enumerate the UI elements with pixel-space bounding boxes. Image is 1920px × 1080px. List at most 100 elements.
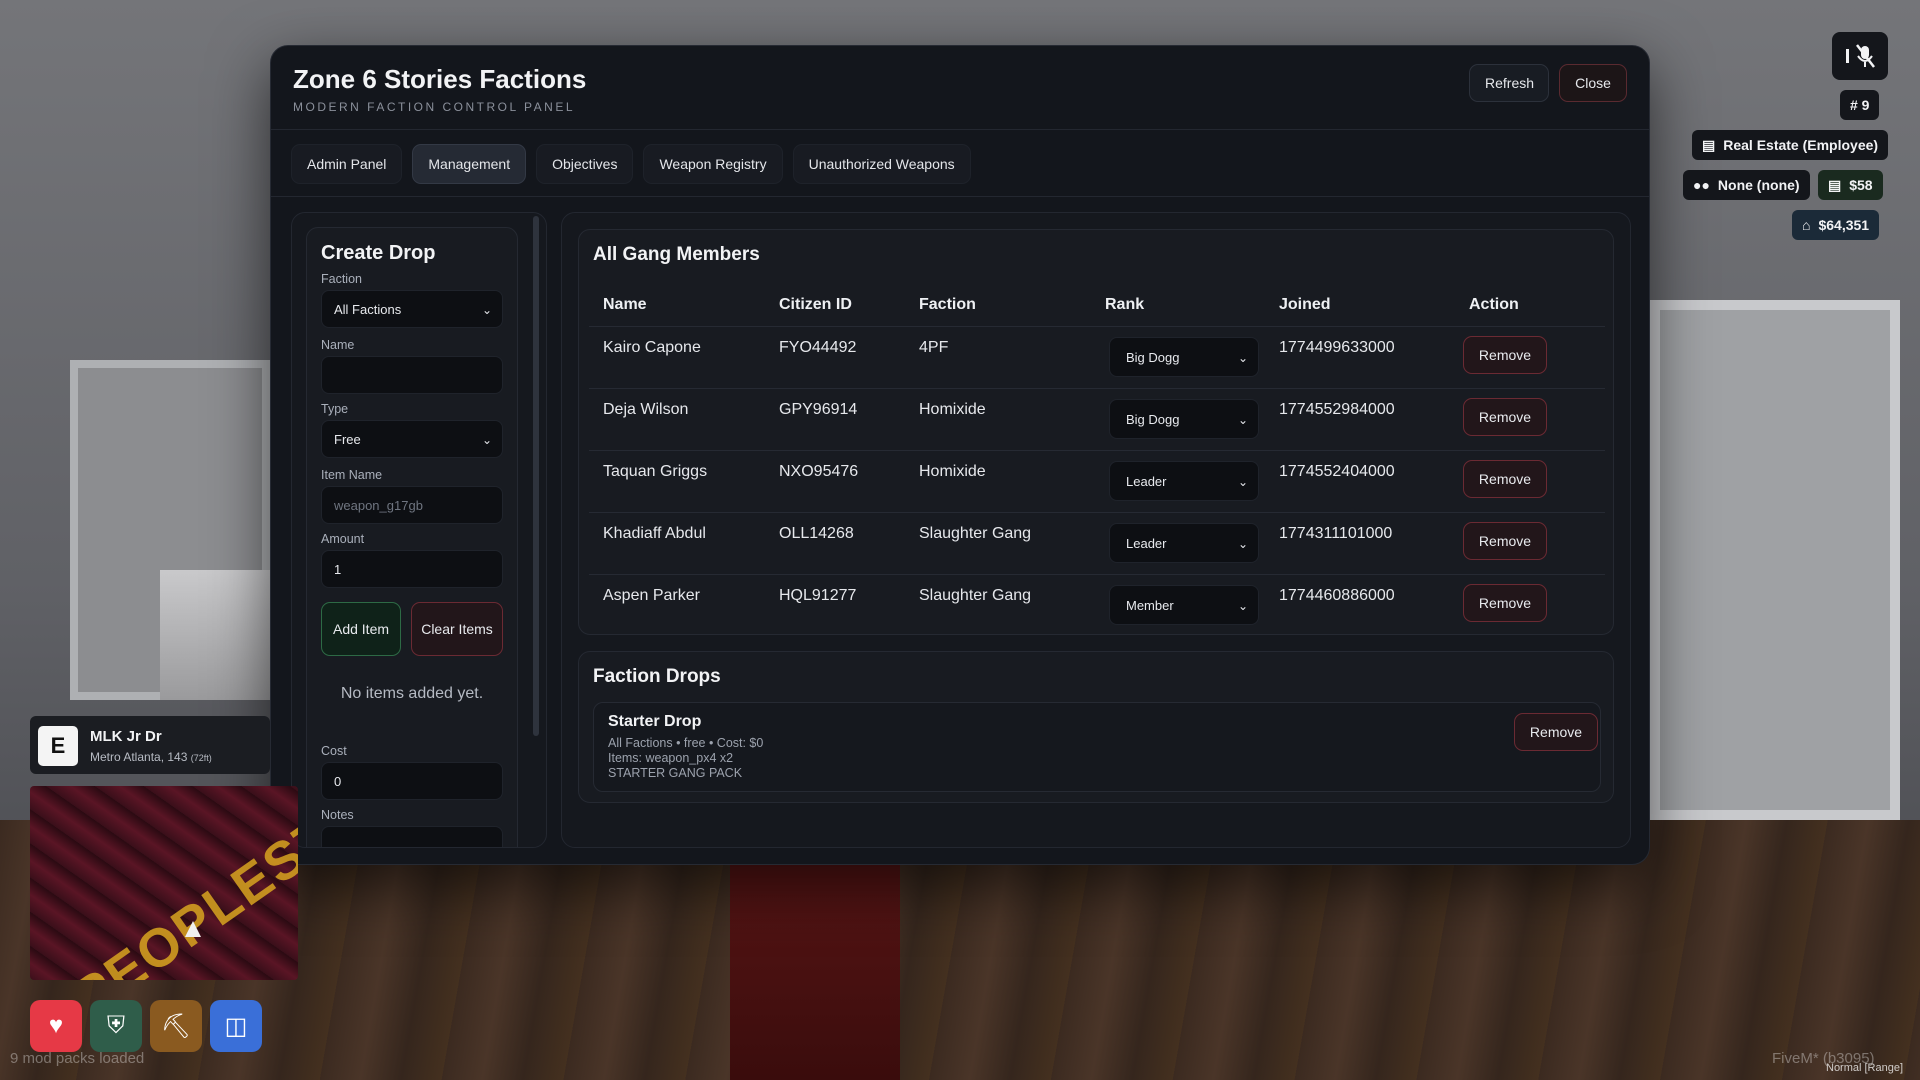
col-name-header: Name bbox=[603, 296, 647, 313]
chevron-down-icon: ⌄ bbox=[481, 433, 492, 447]
col-joined-header: Joined bbox=[1279, 296, 1331, 313]
member-faction: Homixide bbox=[919, 463, 986, 480]
refresh-button[interactable]: Refresh bbox=[1469, 64, 1549, 102]
chevron-down-icon: ⌄ bbox=[1237, 413, 1248, 427]
create-drop-card: Create Drop Faction All Factions ⌄ Name … bbox=[306, 227, 518, 847]
drop-name: Starter Drop bbox=[608, 713, 702, 730]
faction-drops-title: Faction Drops bbox=[593, 666, 721, 687]
gang-members-card: All Gang Members Name Citizen ID Faction… bbox=[578, 229, 1614, 635]
tab-objectives[interactable]: Objectives bbox=[536, 144, 634, 184]
bank-icon: ⌂ bbox=[1802, 217, 1811, 233]
drop-meta: All Factions • free • Cost: $0 bbox=[608, 736, 764, 750]
compass-direction: E bbox=[38, 726, 78, 766]
create-drop-scrollbar[interactable] bbox=[533, 216, 539, 736]
rank-select[interactable]: Big Dogg ⌄ bbox=[1109, 399, 1259, 439]
drop-items-text: Items: weapon_px4 x2 bbox=[608, 751, 734, 765]
member-joined: 1774460886000 bbox=[1279, 587, 1395, 604]
chevron-down-icon: ⌄ bbox=[481, 303, 492, 317]
notes-input[interactable] bbox=[321, 826, 503, 847]
rank-select[interactable]: Leader ⌄ bbox=[1109, 523, 1259, 563]
member-name: Deja Wilson bbox=[603, 401, 689, 418]
member-name: Aspen Parker bbox=[603, 587, 700, 604]
item-name-label: Item Name bbox=[321, 468, 383, 482]
member-citizen-id: FYO44492 bbox=[779, 339, 857, 356]
job-label: Real Estate (Employee) bbox=[1723, 137, 1879, 153]
mod-packs-text: 9 mod packs loaded bbox=[10, 1050, 145, 1067]
faction-select[interactable]: All Factions ⌄ bbox=[321, 290, 503, 328]
close-button[interactable]: Close bbox=[1559, 64, 1627, 102]
rank-value: Big Dogg bbox=[1126, 411, 1180, 427]
minimap: PEOPLESTOWN bbox=[30, 786, 298, 980]
tab-admin-panel[interactable]: Admin Panel bbox=[291, 144, 403, 184]
scene-character bbox=[730, 840, 900, 1080]
remove-member-button[interactable]: Remove bbox=[1463, 398, 1547, 436]
member-joined: 1774552404000 bbox=[1279, 463, 1395, 480]
rank-select[interactable]: Member ⌄ bbox=[1109, 585, 1259, 625]
gang-members-title: All Gang Members bbox=[593, 244, 760, 265]
bank-badge: ⌂ $64,351 bbox=[1792, 210, 1880, 240]
rank-select[interactable]: Big Dogg ⌄ bbox=[1109, 337, 1259, 377]
amount-input[interactable]: 1 bbox=[321, 550, 503, 588]
member-faction: 4PF bbox=[919, 339, 949, 356]
faction-panel: Zone 6 Stories Factions MODERN FACTION C… bbox=[270, 45, 1650, 865]
chevron-down-icon: ⌄ bbox=[1237, 599, 1248, 613]
cash-icon: ▤ bbox=[1828, 176, 1842, 193]
voice-indicator bbox=[1832, 32, 1888, 80]
scene-window bbox=[1650, 300, 1900, 820]
create-drop-panel[interactable]: Create Drop Faction All Factions ⌄ Name … bbox=[291, 212, 547, 848]
rank-value: Member bbox=[1126, 597, 1174, 613]
member-joined: 1774499633000 bbox=[1279, 339, 1395, 356]
rank-select[interactable]: Leader ⌄ bbox=[1109, 461, 1259, 501]
amount-label: Amount bbox=[321, 532, 365, 546]
remove-member-button[interactable]: Remove bbox=[1463, 584, 1547, 622]
voice-mode-text: Normal [Range] bbox=[1826, 1062, 1904, 1074]
cost-input[interactable]: 0 bbox=[321, 762, 503, 800]
panel-title: Zone 6 Stories Factions bbox=[293, 64, 587, 94]
management-content: All Gang Members Name Citizen ID Faction… bbox=[561, 212, 1631, 848]
job-badge: ▤ Real Estate (Employee) bbox=[1692, 130, 1889, 160]
type-select-value: Free bbox=[334, 431, 361, 447]
table-row: Kairo Capone FYO44492 4PF Big Dogg ⌄ 17744996… bbox=[589, 326, 1605, 388]
health-icon: ♥ bbox=[30, 1000, 82, 1052]
clear-items-button[interactable]: Clear Items bbox=[411, 602, 503, 656]
gang-badge: ●● None (none) bbox=[1683, 170, 1810, 200]
tab-unauthorized-weapons[interactable]: Unauthorized Weapons bbox=[792, 144, 971, 184]
rank-value: Leader bbox=[1126, 473, 1167, 489]
street-area: Metro Atlanta, 143 (72ft) bbox=[90, 750, 212, 764]
street-name: MLK Jr Dr bbox=[90, 728, 162, 745]
briefcase-icon: ▤ bbox=[1702, 136, 1716, 153]
player-id-badge: # 9 bbox=[1840, 90, 1880, 120]
panel-subtitle: MODERN FACTION CONTROL PANEL bbox=[293, 100, 576, 114]
member-joined: 1774311101000 bbox=[1279, 525, 1393, 542]
member-joined: 1774552984000 bbox=[1279, 401, 1395, 418]
faction-drops-card: Faction Drops Starter Drop All Factions … bbox=[578, 651, 1614, 803]
col-citizen-id-header: Citizen ID bbox=[779, 296, 852, 313]
remove-member-button[interactable]: Remove bbox=[1463, 460, 1547, 498]
member-name: Khadiaff Abdul bbox=[603, 525, 706, 542]
table-row: Deja Wilson GPY96914 Homixide Big Dogg ⌄ 1774… bbox=[589, 388, 1605, 450]
tab-weapon-registry[interactable]: Weapon Registry bbox=[643, 144, 783, 184]
cash-amount: $58 bbox=[1849, 177, 1873, 193]
type-select[interactable]: Free ⌄ bbox=[321, 420, 503, 458]
street-area-text: Metro Atlanta, 143 bbox=[90, 750, 188, 764]
armor-icon: ⛨ bbox=[90, 1000, 142, 1052]
rank-value: Big Dogg bbox=[1126, 349, 1180, 365]
item-name-input[interactable]: weapon_g17gb bbox=[321, 486, 503, 524]
panel-header: Zone 6 Stories Factions MODERN FACTION C… bbox=[271, 46, 1649, 130]
remove-member-button[interactable]: Remove bbox=[1463, 522, 1547, 560]
col-rank-header: Rank bbox=[1105, 296, 1145, 313]
remove-member-button[interactable]: Remove bbox=[1463, 336, 1547, 374]
add-item-button[interactable]: Add Item bbox=[321, 602, 401, 656]
member-citizen-id: OLL14268 bbox=[779, 525, 854, 542]
col-faction-header: Faction bbox=[919, 296, 976, 313]
name-input[interactable] bbox=[321, 356, 503, 394]
member-faction: Slaughter Gang bbox=[919, 525, 1032, 542]
notes-label: Notes bbox=[321, 808, 354, 822]
chevron-down-icon: ⌄ bbox=[1237, 351, 1248, 365]
remove-drop-button[interactable]: Remove bbox=[1514, 713, 1598, 751]
drop-item: Starter Drop All Factions • free • Cost:… bbox=[593, 702, 1601, 792]
type-label: Type bbox=[321, 402, 349, 416]
tab-management[interactable]: Management bbox=[412, 144, 527, 184]
table-row: Khadiaff Abdul OLL14268 Slaughter Gang Lead… bbox=[589, 512, 1605, 574]
street-display: E MLK Jr Dr Metro Atlanta, 143 (72ft) bbox=[30, 716, 270, 774]
